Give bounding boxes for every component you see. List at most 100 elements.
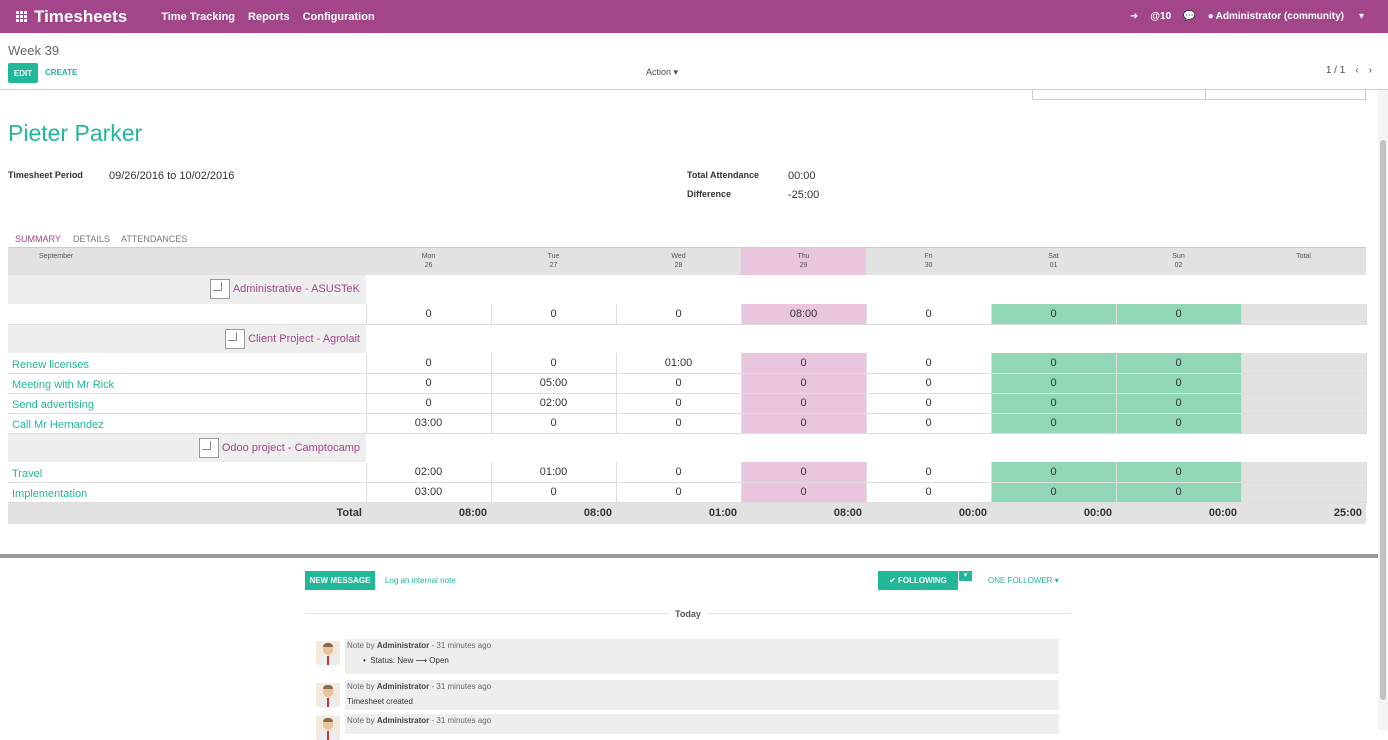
hours-cell[interactable]: 0: [366, 304, 492, 325]
task-name[interactable]: Meeting with Mr Rick: [8, 373, 367, 394]
edit-button[interactable]: EDIT: [8, 63, 38, 83]
hours-cell[interactable]: 0: [616, 304, 742, 325]
hours-cell[interactable]: 0: [491, 304, 617, 325]
hours-cell[interactable]: 0: [991, 304, 1117, 325]
task-name[interactable]: [8, 304, 367, 325]
menu-reports[interactable]: Reports: [248, 11, 290, 23]
message-body: Timesheet created: [347, 697, 413, 706]
create-button[interactable]: CREATE: [45, 68, 77, 77]
hours-cell[interactable]: 0: [991, 393, 1117, 414]
hours-cell[interactable]: 0: [616, 413, 742, 434]
hours-cell[interactable]: 0: [866, 482, 992, 503]
chatter-message: Note by Administrator - 31 minutes ago T…: [345, 680, 1059, 710]
mentions-counter[interactable]: @10: [1150, 11, 1171, 22]
message-author[interactable]: Administrator: [377, 641, 429, 650]
project-name[interactable]: Client Project - Agrolait: [248, 332, 360, 344]
day-header: Fri 30: [866, 248, 991, 275]
new-message-button[interactable]: NEW MESSAGE: [305, 571, 375, 590]
task-name[interactable]: Call Mr Hernandez: [8, 413, 367, 434]
hours-cell[interactable]: 03:00: [366, 413, 492, 434]
hours-cell[interactable]: 0: [616, 373, 742, 394]
hours-cell[interactable]: 01:00: [616, 353, 742, 374]
following-button[interactable]: ✔ FOLLOWING: [878, 571, 958, 590]
tab-attendances[interactable]: ATTENDANCES: [121, 234, 187, 244]
hours-cell[interactable]: 0: [491, 482, 617, 503]
message-header: Note by Administrator - 31 minutes ago: [347, 682, 492, 691]
hours-cell[interactable]: 0: [1116, 413, 1242, 434]
top-navbar: Timesheets Time Tracking Reports Configu…: [0, 0, 1388, 33]
project-image-icon: [225, 328, 246, 349]
following-caret-icon[interactable]: ▾: [958, 571, 972, 581]
hours-cell[interactable]: 0: [991, 413, 1117, 434]
hours-cell[interactable]: 0: [1116, 304, 1242, 325]
hours-cell[interactable]: 0: [1116, 373, 1242, 394]
followers-dropdown[interactable]: ONE FOLLOWER ▾: [988, 576, 1059, 585]
hours-cell[interactable]: 0: [866, 393, 992, 414]
log-note-link[interactable]: Log an internal note: [385, 576, 456, 585]
sign-in-icon[interactable]: ➜: [1130, 11, 1138, 22]
hours-cell[interactable]: 0: [491, 353, 617, 374]
month-header: September: [8, 248, 366, 275]
hours-cell[interactable]: 0: [866, 413, 992, 434]
hours-cell[interactable]: 0: [741, 462, 867, 483]
hours-cell[interactable]: 0: [866, 304, 992, 325]
hours-cell[interactable]: 0: [741, 482, 867, 503]
hours-cell[interactable]: 0: [366, 393, 492, 414]
hours-cell[interactable]: 0: [991, 373, 1117, 394]
tab-details[interactable]: DETAILS: [73, 234, 110, 244]
task-name[interactable]: Implementation: [8, 482, 367, 503]
hours-cell[interactable]: 0: [366, 373, 492, 394]
project-name[interactable]: Administrative - ASUSTeK: [233, 283, 360, 295]
menu-configuration[interactable]: Configuration: [303, 11, 375, 23]
day-header: Wed 28: [616, 248, 741, 275]
tab-summary[interactable]: SUMMARY: [15, 234, 61, 244]
table-row: Travel 02:00 01:00 0 0 0 0 0: [8, 462, 1367, 483]
hours-cell[interactable]: 08:00: [741, 304, 867, 325]
task-name[interactable]: Travel: [8, 462, 367, 483]
hours-cell[interactable]: 0: [1116, 462, 1242, 483]
hours-cell[interactable]: 0: [1116, 353, 1242, 374]
chat-icon[interactable]: 💬: [1183, 11, 1195, 22]
hours-cell[interactable]: 0: [866, 373, 992, 394]
hours-cell[interactable]: 0: [991, 462, 1117, 483]
hours-cell[interactable]: 0: [866, 353, 992, 374]
hours-cell[interactable]: 0: [991, 353, 1117, 374]
hours-cell[interactable]: 0: [741, 373, 867, 394]
hours-cell[interactable]: 01:00: [491, 462, 617, 483]
hours-cell[interactable]: 0: [491, 413, 617, 434]
hours-cell[interactable]: 0: [616, 393, 742, 414]
hours-cell[interactable]: 0: [1116, 482, 1242, 503]
author-avatar[interactable]: [316, 641, 340, 665]
user-menu[interactable]: ● Administrator (community) ▾: [1208, 11, 1376, 22]
prev-icon[interactable]: ‹: [1355, 65, 1358, 76]
hours-cell[interactable]: 0: [991, 482, 1117, 503]
hours-cell[interactable]: 0: [866, 462, 992, 483]
totals-label: Total: [8, 502, 366, 524]
message-author[interactable]: Administrator: [377, 716, 429, 725]
hours-cell[interactable]: 02:00: [491, 393, 617, 414]
message-author[interactable]: Administrator: [377, 682, 429, 691]
total-cell: 01:00: [616, 502, 741, 524]
hours-cell[interactable]: 0: [741, 393, 867, 414]
hours-cell[interactable]: 0: [1116, 393, 1242, 414]
author-avatar[interactable]: [316, 683, 340, 707]
hours-cell[interactable]: 0: [741, 413, 867, 434]
hours-cell[interactable]: 0: [616, 482, 742, 503]
hours-cell[interactable]: 05:00: [491, 373, 617, 394]
hours-cell[interactable]: 02:00: [366, 462, 492, 483]
smart-buttons[interactable]: [1032, 90, 1366, 100]
apps-menu-button[interactable]: [0, 0, 30, 33]
next-icon[interactable]: ›: [1369, 65, 1372, 76]
hours-cell[interactable]: 03:00: [366, 482, 492, 503]
pager-value[interactable]: 1 / 1: [1326, 65, 1345, 76]
scrollbar-thumb[interactable]: [1380, 140, 1386, 700]
hours-cell[interactable]: 0: [616, 462, 742, 483]
action-dropdown[interactable]: Action ▾: [646, 67, 678, 78]
task-name[interactable]: Renew licenses: [8, 353, 367, 374]
hours-cell[interactable]: 0: [366, 353, 492, 374]
author-avatar[interactable]: [316, 716, 340, 740]
hours-cell[interactable]: 0: [741, 353, 867, 374]
project-name[interactable]: Odoo project - Camptocamp: [222, 441, 360, 453]
menu-time-tracking[interactable]: Time Tracking: [161, 11, 235, 23]
task-name[interactable]: Send advertising: [8, 393, 367, 414]
